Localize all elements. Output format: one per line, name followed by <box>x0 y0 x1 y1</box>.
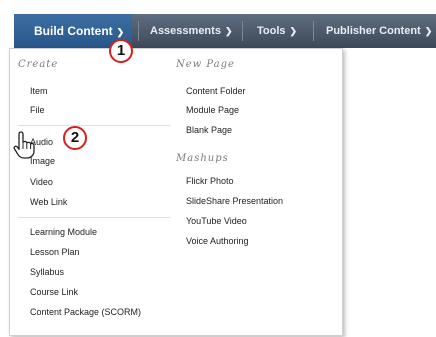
menu-item-item[interactable]: Item <box>30 86 48 96</box>
tab-tools-label: Tools <box>257 25 286 37</box>
chevron-down-icon: ❯ <box>424 26 433 36</box>
section-header-mashups: Mashups <box>176 153 229 164</box>
menu-item-syllabus[interactable]: Syllabus <box>30 267 64 277</box>
menu-divider <box>18 217 170 218</box>
menu-item-blank-page[interactable]: Blank Page <box>186 125 232 135</box>
section-header-new-page: New Page <box>176 59 235 70</box>
tab-publisher-content[interactable]: Publisher Content ❯ <box>326 14 432 48</box>
menu-item-voice-authoring[interactable]: Voice Authoring <box>186 236 249 246</box>
menu-item-file[interactable]: File <box>30 105 45 115</box>
menu-item-content-folder[interactable]: Content Folder <box>186 86 246 96</box>
nav-divider <box>138 21 139 41</box>
menu-item-slideshare-presentation[interactable]: SlideShare Presentation <box>186 196 283 206</box>
tab-assessments-label: Assessments <box>150 25 221 37</box>
menu-item-web-link[interactable]: Web Link <box>30 197 67 207</box>
hand-pointer-icon <box>13 131 35 159</box>
chevron-down-icon: ❯ <box>224 26 233 36</box>
menu-divider <box>18 125 170 126</box>
menu-item-flickr-photo[interactable]: Flickr Photo <box>186 176 234 186</box>
menu-item-youtube-video[interactable]: YouTube Video <box>186 216 247 226</box>
tab-assessments[interactable]: Assessments ❯ <box>150 14 232 48</box>
course-nav-bar: Build Content ❯ Assessments ❯ Tools ❯ Publi… <box>14 14 436 48</box>
menu-item-lesson-plan[interactable]: Lesson Plan <box>30 247 80 257</box>
tab-tools[interactable]: Tools ❯ <box>257 14 297 48</box>
nav-divider <box>313 21 314 41</box>
tab-build-content-label: Build Content <box>34 24 113 38</box>
menu-item-content-package[interactable]: Content Package (SCORM) <box>30 307 141 317</box>
menu-item-video[interactable]: Video <box>30 177 53 187</box>
menu-item-course-link[interactable]: Course Link <box>30 287 78 297</box>
chevron-down-icon: ❯ <box>289 26 298 36</box>
menu-item-module-page[interactable]: Module Page <box>186 105 239 115</box>
callout-2-badge: 2 <box>63 126 87 150</box>
menu-item-learning-module[interactable]: Learning Module <box>30 227 97 237</box>
section-header-create: Create <box>18 59 59 70</box>
callout-1-badge: 1 <box>109 39 133 63</box>
tab-publisher-content-label: Publisher Content <box>326 25 421 37</box>
build-content-menu: Create Item File Audio Image Video Web L… <box>9 48 343 336</box>
nav-divider <box>242 21 243 41</box>
